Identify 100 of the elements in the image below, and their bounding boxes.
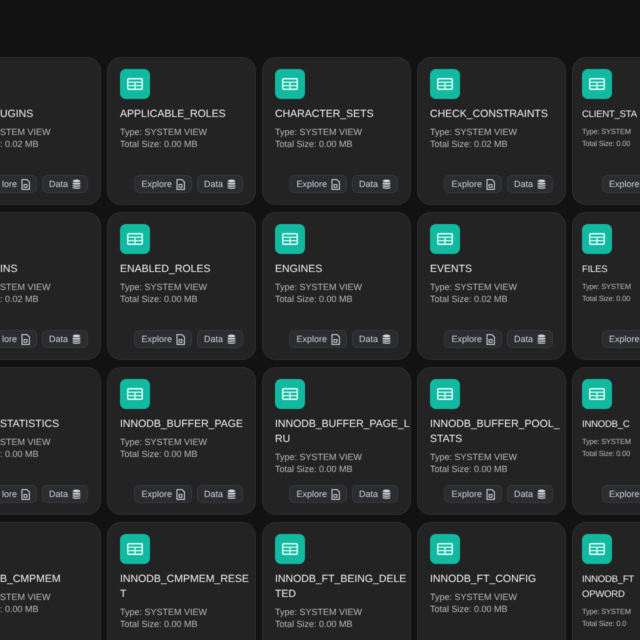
table-name: INNODB_BUFFER_PAGE [120, 417, 243, 432]
data-button[interactable]: Data [352, 330, 398, 348]
database-icon [72, 334, 81, 344]
data-button[interactable]: Data [42, 485, 88, 503]
table-size: Total Size: 0.00 MB [430, 603, 508, 615]
table-name: INNODB_CMPMEM_RESE T [120, 572, 249, 602]
table-type: Type: SYSTEM VIEW [430, 451, 518, 463]
document-icon [486, 334, 495, 344]
table-type: STEM VIEW [0, 591, 51, 603]
document-icon [20, 178, 30, 190]
table-name: INNODB_C [582, 418, 630, 432]
table-name: B_CMPMEM [0, 572, 61, 587]
table-type: Type: SYSTEM VIEW [430, 126, 518, 138]
data-button[interactable]: Data [352, 485, 398, 503]
data-button[interactable]: Data [506, 485, 553, 503]
document-icon [20, 334, 30, 344]
explore-button[interactable]: Explore [444, 175, 502, 193]
explore-button[interactable]: Explore [134, 330, 192, 348]
data-button[interactable]: Data [42, 175, 88, 193]
explore-button[interactable]: lore [0, 485, 37, 503]
table-name: UGINS [0, 107, 34, 122]
table-type: Type: SYSTEM VIEW [120, 126, 208, 138]
table-icon [430, 379, 460, 409]
table-name: CHARACTER_SETS [275, 107, 374, 122]
table-icon [120, 69, 150, 99]
explore-button[interactable]: Explore [602, 330, 640, 348]
table-type: STEM VIEW [0, 436, 51, 448]
explore-button[interactable]: Explore [444, 485, 502, 503]
document-icon [486, 178, 495, 190]
table-name: INNODB_FT OPWORD [582, 573, 634, 602]
data-button[interactable]: Data [506, 330, 553, 348]
data-button[interactable]: Data [42, 330, 88, 348]
table-icon [275, 69, 305, 99]
table-icon [275, 379, 305, 409]
table-type: Type: SYSTEM VIEW [430, 591, 518, 603]
document-icon [176, 334, 185, 344]
database-icon [537, 178, 546, 190]
table-icon [582, 379, 612, 409]
table-type: Type: SYSTEM VIEW [275, 606, 362, 618]
table-name: INNODB_FT_CONFIG [430, 572, 536, 587]
explore-button[interactable]: Explore [602, 485, 640, 503]
database-icon [227, 488, 236, 500]
table-name: STATISTICS [0, 417, 60, 432]
table-icon [582, 224, 612, 254]
table-size: : 0.00 MB [0, 448, 39, 460]
document-icon [20, 488, 30, 500]
table-icon [120, 224, 150, 254]
table-size: Total Size: 0.00 MB [430, 463, 508, 475]
data-button[interactable]: Data [196, 330, 243, 348]
explore-button[interactable]: Explore [289, 330, 347, 348]
data-button[interactable]: Data [196, 485, 243, 503]
table-size: Total Size: 0.00 MB [275, 618, 353, 630]
explore-button[interactable]: Explore [444, 330, 502, 348]
table-name: CHECK_CONSTRAINTS [430, 107, 548, 122]
table-size: Total Size: 0.00 MB [120, 293, 198, 305]
data-button[interactable]: Data [352, 175, 398, 193]
explore-button[interactable]: Explore [134, 175, 192, 193]
document-icon [330, 334, 340, 344]
table-icon [275, 224, 305, 254]
table-type: Type: SYSTEM VIEW [275, 126, 362, 138]
table-name: ENABLED_ROLES [120, 262, 210, 277]
table-size: : 0.02 MB [0, 138, 39, 150]
database-icon [382, 178, 391, 190]
table-size: Total Size: 0.00 MB [275, 463, 353, 475]
explore-button[interactable]: Explore [289, 175, 347, 193]
database-icon [382, 334, 391, 344]
table-name: INS [0, 262, 18, 277]
table-icon [430, 69, 460, 99]
document-icon [330, 178, 340, 190]
database-icon [72, 178, 81, 190]
explore-button[interactable]: lore [0, 330, 37, 348]
table-type: STEM VIEW [0, 281, 51, 293]
explore-button[interactable]: Explore [602, 175, 640, 193]
table-name: INNODB_BUFFER_PAGE_L RU [275, 417, 410, 447]
database-icon [227, 334, 236, 344]
table-type: Type: SYSTEM VIEW [275, 281, 362, 293]
database-icon [72, 488, 81, 500]
document-icon [176, 178, 185, 190]
table-name: EVENTS [430, 262, 472, 277]
table-size: Total Size: 0.02 MB [430, 138, 508, 150]
data-button[interactable]: Data [506, 175, 553, 193]
table-type: Type: SYSTEM VIEW [120, 436, 208, 448]
table-icon [430, 224, 460, 254]
table-icon [120, 534, 150, 564]
document-icon [176, 488, 185, 500]
table-type: STEM VIEW [0, 126, 51, 138]
table-size: : 0.00 MB [0, 603, 39, 615]
document-icon [486, 488, 495, 500]
table-name: ENGINES [275, 262, 322, 277]
table-icon [120, 379, 150, 409]
table-size: Total Size: 0.00 MB [120, 138, 198, 150]
table-size: Total Size: 0.02 MB [430, 293, 508, 305]
table-size: Total Size: 0.00 MB [120, 448, 198, 460]
explore-button[interactable]: Explore [289, 485, 347, 503]
table-type: Type: SYSTEM VIEW [430, 281, 518, 293]
table-icon [582, 534, 612, 564]
database-icon [537, 488, 546, 500]
explore-button[interactable]: Explore [134, 485, 192, 503]
explore-button[interactable]: lore [0, 175, 37, 193]
data-button[interactable]: Data [196, 175, 243, 193]
